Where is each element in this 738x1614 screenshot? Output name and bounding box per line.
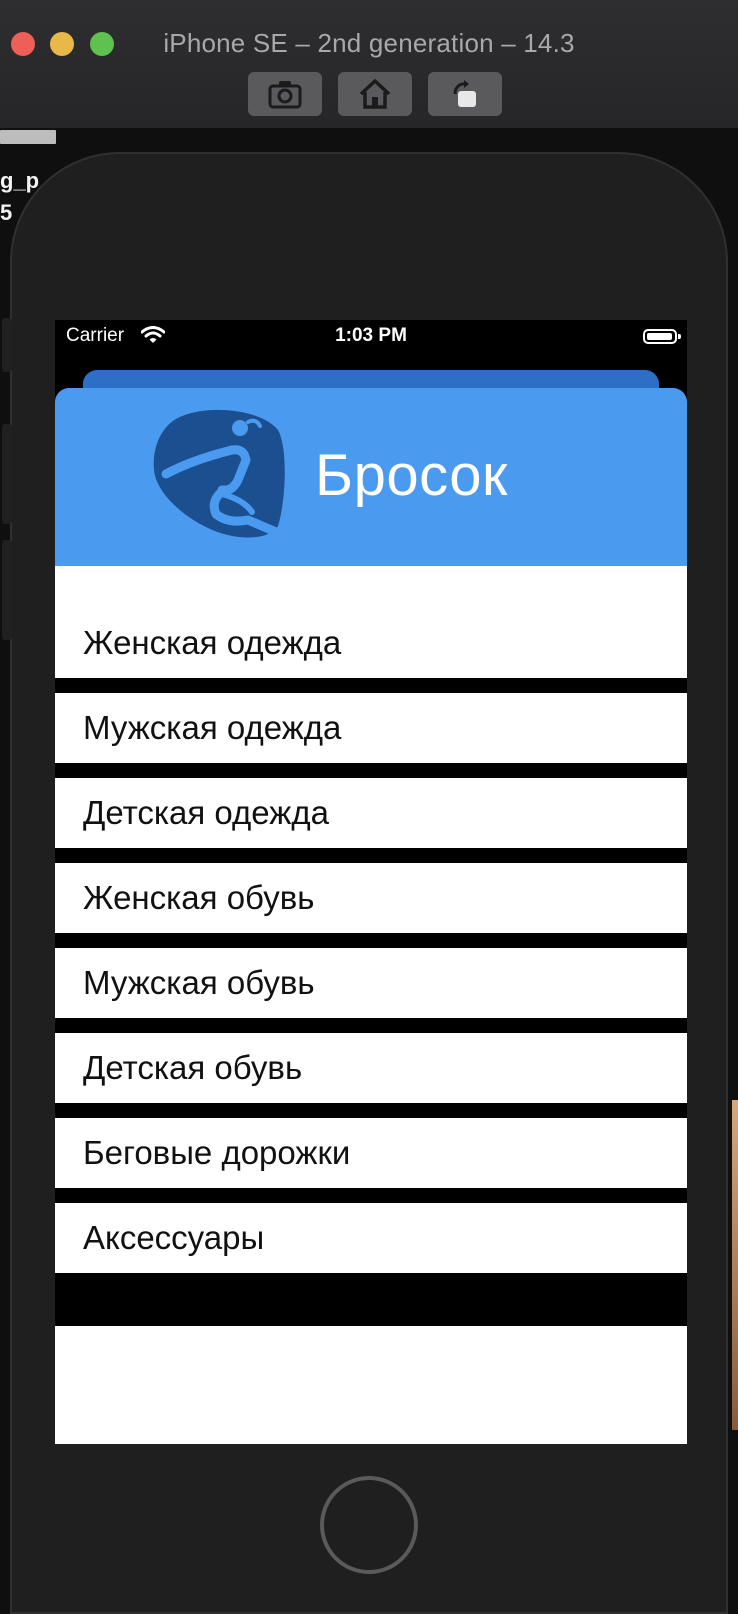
list-top-padding [55,566,687,608]
window-title: iPhone SE – 2nd generation – 14.3 [163,28,575,58]
device-screen: Carrier 1:03 PM Бросок Женская одежда Му… [55,320,687,1444]
home-button-toolbar[interactable] [338,72,412,116]
device-home-button[interactable] [320,1476,418,1574]
list-item[interactable]: Беговые дорожки [55,1118,687,1188]
list-item[interactable]: Женская одежда [55,608,687,678]
rotate-button[interactable] [428,72,502,116]
background-window-fragment [0,130,56,144]
category-label: Аксессуары [83,1219,265,1256]
list-item[interactable]: Детская одежда [55,778,687,848]
background-text-1: g_p [0,168,40,193]
category-label: Детская одежда [83,794,329,831]
category-label: Детская обувь [83,1049,303,1086]
volume-down-button[interactable] [2,540,12,640]
screenshot-button[interactable] [248,72,322,116]
list-item[interactable]: Детская обувь [55,1033,687,1103]
list-item[interactable]: Аксессуары [55,1203,687,1273]
modal-sheet: Бросок Женская одежда Мужская одежда Дет… [55,388,687,1444]
category-label: Женская одежда [83,624,342,661]
simulator-title-bar: iPhone SE – 2nd generation – 14.3 [0,0,738,129]
rotate-icon [453,80,476,107]
category-label: Женская обувь [83,879,315,916]
category-label: Мужская обувь [83,964,315,1001]
status-time: 1:03 PM [335,325,407,346]
battery-icon [643,329,681,344]
list-item[interactable]: Мужская одежда [55,693,687,763]
handball-player-icon [153,409,285,538]
desktop-background-fragment [732,1100,738,1430]
home-icon [359,79,391,109]
list-footer [55,1326,687,1444]
status-bar: Carrier 1:03 PM [55,320,687,360]
brand-title: Бросок [315,443,508,508]
list-item[interactable]: Мужская обувь [55,948,687,1018]
list-item[interactable]: Женская обувь [55,863,687,933]
volume-up-button[interactable] [2,424,12,524]
category-label: Мужская одежда [83,709,342,746]
mute-switch[interactable] [2,318,12,372]
camera-icon [268,81,302,109]
category-label: Беговые дорожки [83,1134,351,1171]
background-text-2: 5 [0,200,13,225]
app-header: Бросок [55,388,687,567]
